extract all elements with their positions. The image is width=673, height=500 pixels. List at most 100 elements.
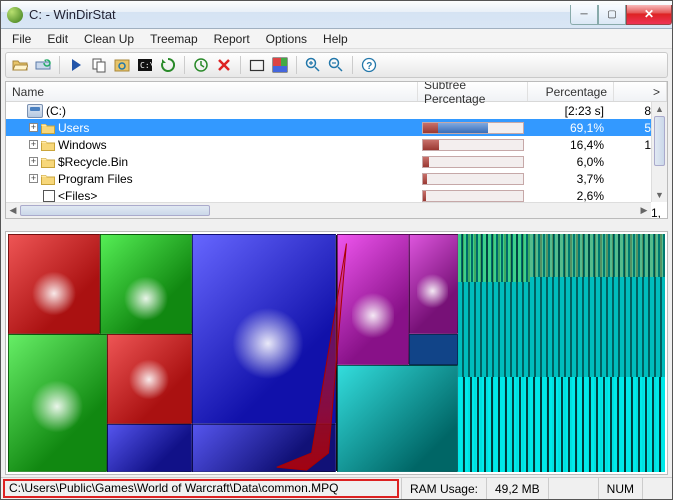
expander-icon[interactable]: + (29, 123, 38, 132)
explorer-icon[interactable] (112, 55, 132, 75)
folder-icon (41, 173, 55, 185)
row-percentage: 6,0% (528, 155, 614, 169)
menu-options[interactable]: Options (259, 30, 314, 48)
folder-icon (41, 139, 55, 151)
copy-icon[interactable] (89, 55, 109, 75)
percentage-bar (422, 190, 524, 202)
expander-icon[interactable]: + (29, 157, 38, 166)
refresh-drives-icon[interactable] (33, 55, 53, 75)
help-icon[interactable]: ? (359, 55, 379, 75)
expander-icon[interactable]: + (29, 140, 38, 149)
toolbar: C:\ ? (5, 52, 668, 78)
scroll-left-icon[interactable]: ◀ (6, 203, 20, 218)
empty-folder-icon[interactable] (247, 55, 267, 75)
status-numlock: NUM (598, 478, 642, 499)
table-row[interactable]: +$Recycle.Bin6,0%5, (6, 153, 667, 170)
close-button[interactable]: ✕ (626, 5, 672, 25)
treemap-block[interactable] (409, 234, 458, 334)
status-ram-label: RAM Usage: (401, 478, 486, 499)
menu-bar: FileEditClean UpTreemapReportOptionsHelp (1, 29, 672, 49)
menu-report[interactable]: Report (207, 30, 257, 48)
delete-icon[interactable] (214, 55, 234, 75)
scrollbar-thumb[interactable] (20, 205, 210, 216)
column-name[interactable]: Name (6, 82, 418, 101)
menu-help[interactable]: Help (316, 30, 355, 48)
directory-list[interactable]: Name Subtree Percentage Percentage > (C:… (5, 81, 668, 219)
column-more[interactable]: > (614, 82, 667, 101)
treemap-block[interactable] (8, 234, 100, 334)
zoom-in-icon[interactable] (303, 55, 323, 75)
maximize-button[interactable]: ▢ (598, 5, 626, 25)
console-icon[interactable]: C:\ (135, 55, 155, 75)
row-percentage: 2,6% (528, 189, 614, 203)
window-controls: ─ ▢ ✕ (570, 5, 672, 25)
treemap-block[interactable] (192, 424, 337, 472)
window-title: C: - WinDirStat (29, 7, 570, 22)
column-percentage[interactable]: Percentage (528, 82, 614, 101)
table-row[interactable]: (C:)[2:23 s]83, (6, 102, 667, 119)
horizontal-scrollbar[interactable]: ◀ ▶ (6, 202, 651, 218)
table-row[interactable]: +Windows16,4%13, (6, 136, 667, 153)
refresh-icon[interactable] (158, 55, 178, 75)
files-icon (43, 190, 55, 202)
expander-icon[interactable]: + (29, 174, 38, 183)
scroll-down-icon[interactable]: ▼ (652, 188, 667, 202)
menu-file[interactable]: File (5, 30, 38, 48)
row-label: (C:) (46, 104, 66, 118)
scrollbar-thumb[interactable] (654, 116, 665, 166)
list-header: Name Subtree Percentage Percentage > (6, 82, 667, 102)
row-label: <Files> (58, 189, 97, 203)
zoom-out-icon[interactable] (326, 55, 346, 75)
treemap-block[interactable] (107, 424, 192, 472)
list-body: (C:)[2:23 s]83,+Users69,1%57,+Windows16,… (6, 102, 667, 218)
row-percentage: [2:23 s] (528, 104, 614, 118)
treemap-block[interactable] (337, 365, 459, 472)
minimize-button[interactable]: ─ (570, 5, 598, 25)
toolbar-separator (352, 56, 353, 74)
table-row[interactable]: +Users69,1%57, (6, 119, 667, 136)
status-grip (642, 478, 672, 499)
svg-text:?: ? (366, 61, 372, 72)
folder-icon (41, 156, 55, 168)
treemap-block[interactable] (409, 334, 458, 365)
scroll-right-icon[interactable]: ▶ (637, 203, 651, 218)
status-empty (548, 478, 598, 499)
menu-edit[interactable]: Edit (40, 30, 75, 48)
percentage-bar (422, 139, 524, 151)
percentage-bar (422, 173, 524, 185)
treemap-block[interactable] (8, 334, 107, 472)
treemap-block[interactable] (337, 234, 409, 365)
treemap-block[interactable] (192, 234, 337, 424)
row-label: Windows (58, 138, 107, 152)
title-bar[interactable]: C: - WinDirStat ─ ▢ ✕ (1, 1, 672, 29)
percentage-bar (422, 122, 524, 134)
row-label: Users (58, 121, 89, 135)
status-path: C:\Users\Public\Games\World of Warcraft\… (3, 479, 399, 498)
folder-icon (41, 122, 55, 134)
app-window: C: - WinDirStat ─ ▢ ✕ FileEditClean UpTr… (0, 0, 673, 500)
toolbar-separator (184, 56, 185, 74)
show-treemap-icon[interactable] (270, 55, 290, 75)
row-percentage: 69,1% (528, 121, 614, 135)
scroll-up-icon[interactable]: ▲ (652, 102, 667, 116)
status-bar: C:\Users\Public\Games\World of Warcraft\… (1, 477, 672, 499)
row-label: Program Files (58, 172, 133, 186)
treemap-small-blocks (458, 234, 665, 472)
row-label: $Recycle.Bin (58, 155, 128, 169)
suspend-icon[interactable] (191, 55, 211, 75)
open-icon[interactable] (10, 55, 30, 75)
menu-clean-up[interactable]: Clean Up (77, 30, 141, 48)
table-row[interactable]: +Program Files3,7%3, (6, 170, 667, 187)
toolbar-separator (59, 56, 60, 74)
toolbar-separator (240, 56, 241, 74)
treemap-block[interactable] (107, 334, 192, 424)
row-percentage: 3,7% (528, 172, 614, 186)
svg-text:C:\: C:\ (140, 61, 153, 70)
vertical-scrollbar[interactable]: ▲ ▼ (651, 102, 667, 202)
play-icon[interactable] (66, 55, 86, 75)
splitter[interactable] (5, 221, 668, 229)
treemap-block[interactable] (100, 234, 192, 334)
menu-treemap[interactable]: Treemap (143, 30, 205, 48)
treemap[interactable] (8, 234, 665, 472)
column-subtree[interactable]: Subtree Percentage (418, 82, 528, 101)
